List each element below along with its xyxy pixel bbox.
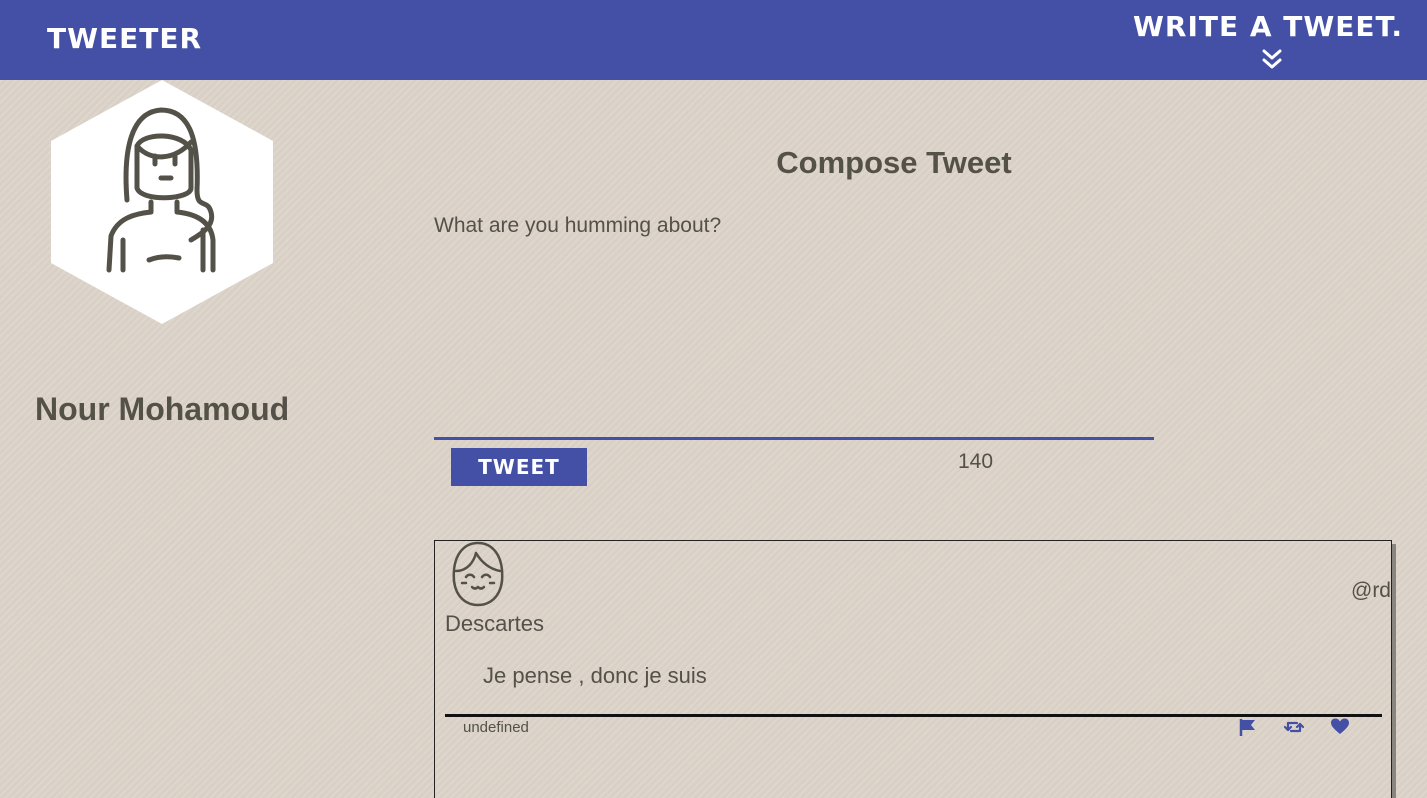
compose-title: Compose Tweet bbox=[776, 145, 1012, 180]
tweet-submit-button[interactable]: TWEET bbox=[451, 448, 587, 486]
character-counter: 140 bbox=[958, 450, 994, 473]
brand-logo[interactable]: TWEETER bbox=[47, 22, 202, 55]
top-nav: TWEETER WRITE A TWEET. bbox=[0, 0, 1427, 80]
write-tweet-label[interactable]: WRITE A TWEET. bbox=[1133, 10, 1403, 43]
double-chevron-down-icon[interactable] bbox=[1261, 48, 1283, 70]
user-avatar-icon bbox=[51, 80, 273, 324]
write-tweet-toggle[interactable]: WRITE A TWEET. bbox=[1133, 10, 1403, 72]
retweet-icon[interactable] bbox=[1284, 717, 1304, 737]
tweet-date: undefined bbox=[463, 719, 529, 736]
tweet-author-name: Descartes bbox=[445, 611, 545, 636]
tweet-handle[interactable]: @rd bbox=[1351, 579, 1391, 603]
tweet-author-avatar-icon bbox=[452, 541, 504, 607]
flag-icon[interactable] bbox=[1238, 717, 1258, 737]
tweet-card: @rd Descartes Je pense , donc je suis un… bbox=[434, 540, 1392, 798]
tweet-actions bbox=[1238, 717, 1350, 739]
tweet-text: Je pense , donc je suis bbox=[483, 663, 707, 688]
profile-name: Nour Mohamoud bbox=[35, 391, 290, 427]
heart-icon[interactable] bbox=[1330, 717, 1350, 737]
tweet-textarea[interactable] bbox=[434, 214, 1154, 440]
